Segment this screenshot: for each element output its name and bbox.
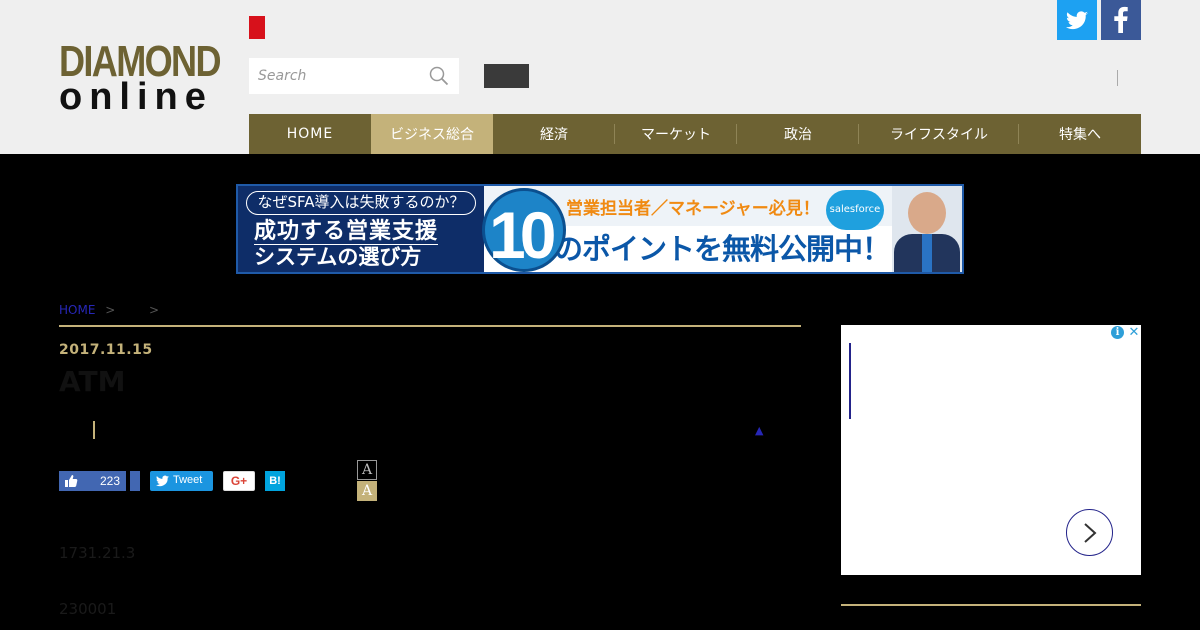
twitter-button[interactable] <box>1057 0 1097 40</box>
article-paragraph: 1731.21.3 <box>59 544 136 562</box>
google-plus-button[interactable]: G+ <box>223 471 255 491</box>
article-paragraph: 230001 <box>59 600 117 618</box>
facebook-icon <box>1114 6 1128 34</box>
nav-item-economy[interactable]: 経済 <box>493 114 615 154</box>
nav-label: 政治 <box>784 127 812 143</box>
red-marker <box>249 16 265 39</box>
search-icon[interactable] <box>429 66 449 86</box>
breadcrumb-home-link[interactable]: HOME <box>59 303 95 317</box>
article-date: 2017.11.15 <box>59 342 153 358</box>
font-size-small-button[interactable]: A <box>357 460 377 480</box>
nav-item-business[interactable]: ビジネス総合 <box>371 114 493 154</box>
search-input[interactable] <box>249 58 419 94</box>
banner-main-text: のポイントを無料公開中！ <box>554 232 891 266</box>
twitter-icon <box>1066 11 1088 30</box>
header-dark-button[interactable] <box>484 64 529 88</box>
banner-number: 10 <box>489 198 556 272</box>
nav-label: ライフスタイル <box>890 127 988 143</box>
nav-label: 経済 <box>540 127 568 143</box>
site-logo[interactable]: DIAMOND online <box>59 40 223 118</box>
nav-label: 特集へ <box>1059 127 1101 143</box>
ad-next-button[interactable] <box>1066 509 1113 556</box>
twitter-bird-icon <box>156 475 169 487</box>
banner-left-panel: なぜSFA導入は失敗するのか？ 成功する営業支援 システムの選び方 <box>238 186 484 272</box>
breadcrumb-separator: > <box>105 303 116 317</box>
banner-headline-1: 成功する営業支援 <box>254 219 439 245</box>
thumbs-up-icon <box>65 475 78 487</box>
up-arrow-icon[interactable]: ▲ <box>755 424 763 437</box>
banner-question: なぜSFA導入は失敗するのか？ <box>246 191 476 215</box>
sidebar-ad[interactable]: i ✕ <box>841 325 1141 575</box>
salesforce-logo: salesforce <box>826 190 884 230</box>
logo-bottom-text: online <box>59 76 213 118</box>
font-size-large-button[interactable]: A <box>357 481 377 501</box>
ad-choices[interactable]: i ✕ <box>1109 325 1141 340</box>
banner-top-text: 営業担当者／マネージャー必見！ <box>566 199 820 219</box>
facebook-like-button[interactable]: 223 <box>59 471 126 491</box>
article-divider <box>59 325 801 327</box>
nav-item-politics[interactable]: 政治 <box>737 114 859 154</box>
nav-item-features[interactable]: 特集へ <box>1019 114 1141 154</box>
nav-label: マーケット <box>641 127 711 143</box>
breadcrumb: HOME > > <box>59 303 165 317</box>
banner-headline-2: システムの選び方 <box>254 245 422 269</box>
header-divider <box>1117 70 1118 86</box>
hatena-bookmark-button[interactable]: B! <box>265 471 285 491</box>
like-count: 223 <box>99 474 120 488</box>
banner-right-panel: 営業担当者／マネージャー必見！ のポイントを無料公開中！ 10 salesfor… <box>482 186 962 272</box>
ad-info-icon[interactable]: i <box>1111 326 1124 339</box>
article-title: ATM <box>59 365 126 398</box>
site-header: DIAMOND online HOME ビジネス総合 経済 <box>0 0 1200 154</box>
nav-label: HOME <box>286 126 334 142</box>
ad-text-cursor <box>849 343 851 419</box>
nav-item-lifestyle[interactable]: ライフスタイル <box>859 114 1019 154</box>
search-box <box>249 58 459 94</box>
tweet-button[interactable]: Tweet <box>150 471 213 491</box>
banner-ad[interactable]: なぜSFA導入は失敗するのか？ 成功する営業支援 システムの選び方 営業担当者／… <box>236 184 964 274</box>
breadcrumb-separator: > <box>148 303 160 317</box>
person-tie <box>922 234 932 272</box>
ad-close-icon[interactable]: ✕ <box>1127 325 1141 340</box>
nav-item-home[interactable]: HOME <box>249 114 371 154</box>
facebook-button[interactable] <box>1101 0 1141 40</box>
chevron-right-icon <box>1084 523 1097 543</box>
nav-label: ビジネス総合 <box>390 127 474 143</box>
sidebar-divider <box>841 604 1141 606</box>
facebook-share-button[interactable] <box>130 471 140 491</box>
banner-person-photo <box>892 186 962 272</box>
tweet-label: Tweet <box>173 474 203 486</box>
banner-number-circle: 10 <box>482 188 566 272</box>
author-marker <box>93 421 95 439</box>
main-nav: HOME ビジネス総合 経済 マーケット 政治 ライフスタイル 特集へ <box>249 114 1141 154</box>
nav-item-market[interactable]: マーケット <box>615 114 737 154</box>
person-head <box>908 192 946 234</box>
